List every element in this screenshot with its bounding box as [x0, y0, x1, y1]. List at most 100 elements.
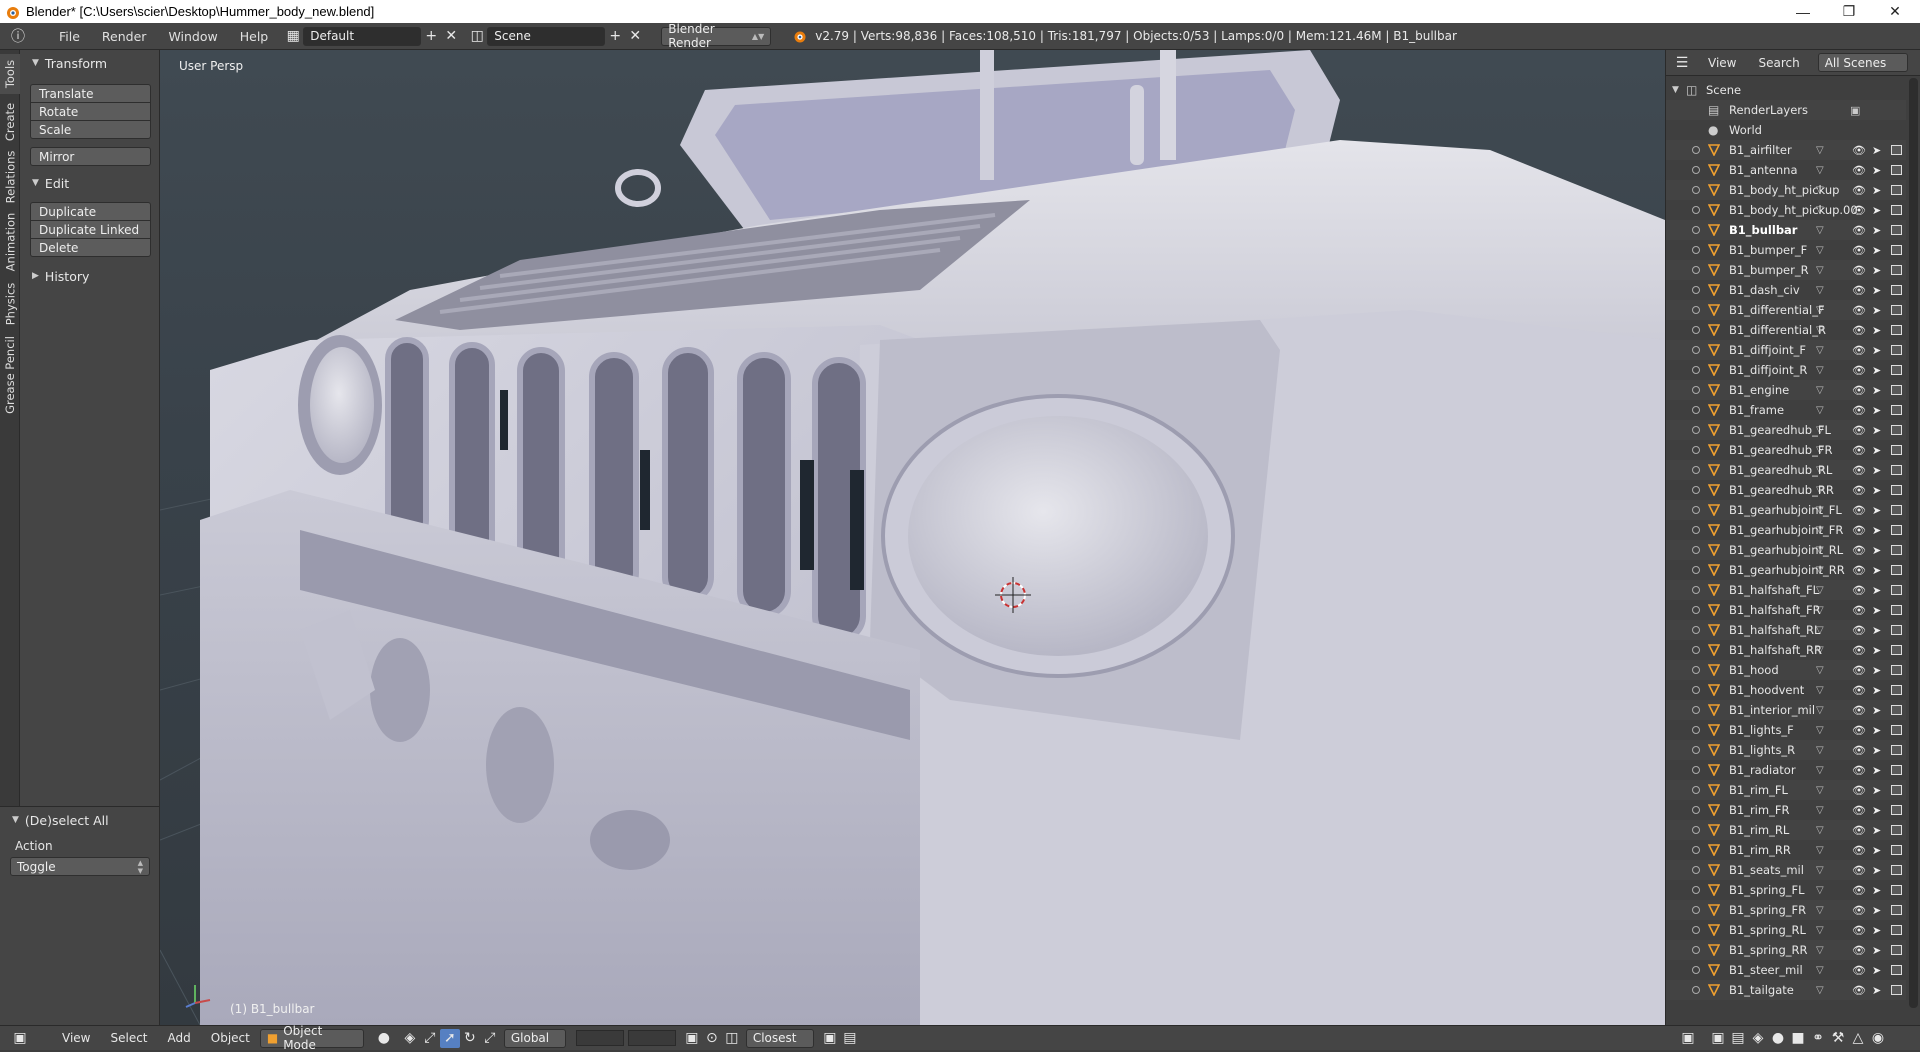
expand-circle-icon[interactable] [1692, 686, 1700, 694]
renderability-camera-icon[interactable] [1891, 945, 1902, 955]
renderability-camera-icon[interactable] [1891, 925, 1902, 935]
outliner-object-row[interactable]: ▽ 👁 ➤ B1_frame [1666, 400, 1906, 420]
render-tab-icon[interactable]: ▣ [1708, 1029, 1728, 1048]
expand-circle-icon[interactable] [1692, 566, 1700, 574]
expand-circle-icon[interactable] [1692, 306, 1700, 314]
visibility-eye-icon[interactable]: 👁 [1852, 304, 1866, 317]
outliner-object-row[interactable]: ▽ 👁 ➤ B1_spring_RL [1666, 920, 1906, 940]
renderability-camera-icon[interactable] [1891, 705, 1902, 715]
visibility-eye-icon[interactable]: 👁 [1852, 864, 1866, 877]
renderability-camera-icon[interactable] [1891, 665, 1902, 675]
mesh-data-icon[interactable]: ▽ [1816, 905, 1824, 916]
data-tab-icon[interactable]: △ [1848, 1029, 1868, 1048]
selectability-cursor-icon[interactable]: ➤ [1872, 344, 1881, 357]
object-tab-icon[interactable]: ■ [1788, 1029, 1808, 1048]
modifiers-tab-icon[interactable]: ⚒ [1828, 1029, 1848, 1048]
expand-circle-icon[interactable] [1692, 166, 1700, 174]
scene-icon[interactable]: ◫ [467, 27, 487, 46]
mesh-data-icon[interactable]: ▽ [1816, 945, 1824, 956]
selectability-cursor-icon[interactable]: ➤ [1872, 264, 1881, 277]
outliner-object-row[interactable]: ▽ 👁 ➤ B1_gearedhub_FR [1666, 440, 1906, 460]
mesh-data-icon[interactable]: ▽ [1816, 345, 1824, 356]
selectability-cursor-icon[interactable]: ➤ [1872, 664, 1881, 677]
expand-circle-icon[interactable] [1692, 546, 1700, 554]
visibility-eye-icon[interactable]: 👁 [1852, 724, 1866, 737]
outliner-object-row[interactable]: ▽ 👁 ➤ B1_lights_R [1666, 740, 1906, 760]
outliner-object-row[interactable]: ▽ 👁 ➤ B1_spring_FR [1666, 900, 1906, 920]
tab-animation[interactable]: Animation [0, 208, 20, 276]
menu-view[interactable]: View [52, 1031, 100, 1045]
renderability-camera-icon[interactable] [1891, 345, 1902, 355]
visibility-eye-icon[interactable]: 👁 [1852, 764, 1866, 777]
selectability-cursor-icon[interactable]: ➤ [1872, 324, 1881, 337]
mesh-data-icon[interactable]: ▽ [1816, 285, 1824, 296]
outliner-object-row[interactable]: ▽ 👁 ➤ B1_spring_RR [1666, 940, 1906, 960]
mirror-button[interactable]: Mirror [30, 147, 151, 166]
renderability-camera-icon[interactable] [1891, 645, 1902, 655]
outliner-object-row[interactable]: ▽ 👁 ➤ B1_rim_FL [1666, 780, 1906, 800]
selectability-cursor-icon[interactable]: ➤ [1872, 624, 1881, 637]
renderability-camera-icon[interactable] [1891, 145, 1902, 155]
expand-circle-icon[interactable] [1692, 906, 1700, 914]
outliner-object-row[interactable]: ▽ 👁 ➤ B1_rim_RL [1666, 820, 1906, 840]
layers-tab-icon[interactable]: ▤ [1728, 1029, 1748, 1048]
selectability-cursor-icon[interactable]: ➤ [1872, 964, 1881, 977]
snap-target-dropdown[interactable]: Closest [745, 1028, 814, 1048]
restore-button[interactable]: ❐ [1826, 0, 1872, 23]
expand-circle-icon[interactable] [1692, 826, 1700, 834]
renderability-camera-icon[interactable] [1891, 865, 1902, 875]
history-panel-header[interactable]: ▶ History [20, 265, 159, 287]
scale-button[interactable]: Scale [30, 120, 151, 139]
renderability-camera-icon[interactable] [1891, 785, 1902, 795]
outliner-view-menu[interactable]: View [1708, 56, 1736, 70]
visibility-eye-icon[interactable]: 👁 [1852, 884, 1866, 897]
renderability-camera-icon[interactable] [1891, 225, 1902, 235]
mesh-data-icon[interactable]: ▽ [1816, 825, 1824, 836]
visibility-eye-icon[interactable]: 👁 [1852, 224, 1866, 237]
layers-grid-2[interactable] [627, 1030, 676, 1046]
selectability-cursor-icon[interactable]: ➤ [1872, 364, 1881, 377]
mesh-data-icon[interactable]: ▽ [1816, 745, 1824, 756]
visibility-eye-icon[interactable]: 👁 [1852, 804, 1866, 817]
renderability-camera-icon[interactable] [1891, 365, 1902, 375]
outliner-object-row[interactable]: ▽ 👁 ➤ B1_body_ht_pickup.00 [1666, 200, 1906, 220]
visibility-eye-icon[interactable]: 👁 [1852, 424, 1866, 437]
selectability-cursor-icon[interactable]: ➤ [1872, 584, 1881, 597]
mesh-data-icon[interactable]: ▽ [1816, 845, 1824, 856]
outliner-object-row[interactable]: ▽ 👁 ➤ B1_airfilter [1666, 140, 1906, 160]
renderability-camera-icon[interactable] [1891, 545, 1902, 555]
visibility-eye-icon[interactable]: 👁 [1852, 984, 1866, 997]
menu-help[interactable]: Help [229, 29, 280, 44]
menu-render[interactable]: Render [91, 29, 158, 44]
menu-add[interactable]: Add [158, 1031, 201, 1045]
tab-physics[interactable]: Physics [0, 278, 20, 330]
mesh-data-icon[interactable]: ▽ [1816, 725, 1824, 736]
selectability-cursor-icon[interactable]: ➤ [1872, 284, 1881, 297]
selectability-cursor-icon[interactable]: ➤ [1872, 184, 1881, 197]
expand-circle-icon[interactable] [1692, 706, 1700, 714]
mesh-data-icon[interactable]: ▽ [1816, 705, 1824, 716]
renderability-camera-icon[interactable] [1891, 445, 1902, 455]
outliner-scrollbar[interactable] [1909, 78, 1918, 1008]
renderability-camera-icon[interactable] [1891, 985, 1902, 995]
selectability-cursor-icon[interactable]: ➤ [1872, 384, 1881, 397]
snap-toggle-icon[interactable]: ⊙ [702, 1029, 722, 1048]
outliner-object-row[interactable]: ▽ 👁 ➤ B1_differential_F [1666, 300, 1906, 320]
add-scene-icon[interactable]: + [605, 27, 625, 46]
selectability-cursor-icon[interactable]: ➤ [1872, 224, 1881, 237]
outliner-editor-icon[interactable]: ☰ [1672, 53, 1692, 72]
render-engine-dropdown[interactable]: Blender Render ▲▼ [661, 22, 772, 50]
visibility-eye-icon[interactable]: 👁 [1852, 944, 1866, 957]
selectability-cursor-icon[interactable]: ➤ [1872, 824, 1881, 837]
manipulator-toggle-icon[interactable]: ⤢ [420, 1029, 440, 1048]
expand-circle-icon[interactable] [1692, 646, 1700, 654]
add-screen-icon[interactable]: + [421, 27, 441, 46]
menu-file[interactable]: File [48, 29, 91, 44]
menu-window[interactable]: Window [157, 29, 228, 44]
expand-circle-icon[interactable] [1692, 946, 1700, 954]
visibility-eye-icon[interactable]: 👁 [1852, 184, 1866, 197]
selectability-cursor-icon[interactable]: ➤ [1872, 884, 1881, 897]
remove-scene-icon[interactable]: ✕ [625, 27, 645, 46]
mesh-data-icon[interactable]: ▽ [1816, 965, 1824, 976]
outliner-object-row[interactable]: ▽ 👁 ➤ B1_gearedhub_RL [1666, 460, 1906, 480]
